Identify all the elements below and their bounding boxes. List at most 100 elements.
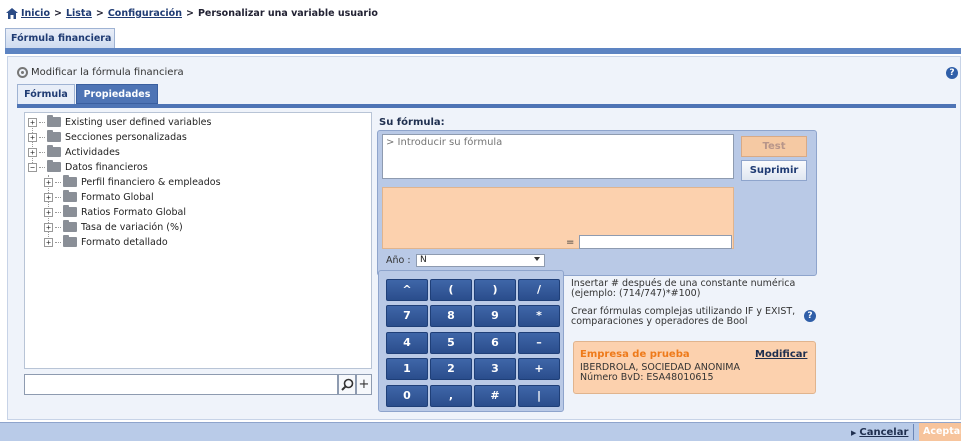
folder-icon — [63, 235, 77, 247]
tree-connector — [55, 211, 61, 213]
key-divide[interactable]: / — [518, 279, 560, 301]
search-button[interactable] — [338, 374, 356, 395]
key-close-paren[interactable]: ) — [474, 279, 516, 301]
sub-tab-bar — [17, 104, 956, 108]
breadcrumb-separator: > — [185, 7, 194, 19]
breadcrumb-current: Personalizar una variable usuario — [197, 7, 378, 19]
tree-item[interactable]: + Actividades — [28, 145, 120, 159]
cancel-label: Cancelar — [859, 427, 909, 438]
help-icon[interactable]: ? — [946, 67, 958, 79]
folder-icon — [47, 115, 61, 127]
key-multiply[interactable]: * — [518, 305, 560, 327]
tree-connector — [55, 241, 61, 243]
key-8[interactable]: 8 — [430, 305, 472, 327]
key-hash[interactable]: # — [474, 385, 516, 407]
result-field — [579, 235, 732, 249]
breadcrumb-config-link[interactable]: Configuración — [108, 8, 182, 19]
cancel-button[interactable]: ▶ Cancelar — [851, 427, 908, 438]
search-icon — [340, 378, 353, 391]
expand-icon[interactable]: + — [44, 192, 53, 202]
modify-company-link[interactable]: Modificar — [755, 349, 807, 360]
collapse-icon[interactable]: − — [28, 162, 37, 172]
tree-item-label: Existing user defined variables — [65, 116, 212, 128]
footer-bar — [0, 422, 961, 441]
accept-button[interactable]: Aceptar — [919, 423, 961, 441]
folder-icon — [47, 130, 61, 142]
key-comma[interactable]: , — [430, 385, 472, 407]
key-plus[interactable]: + — [518, 358, 560, 380]
tree-item-label: Secciones personalizadas — [65, 131, 187, 143]
help-icon[interactable]: ? — [804, 310, 816, 322]
key-9[interactable]: 9 — [474, 305, 516, 327]
breadcrumb-separator: > — [53, 7, 62, 19]
tab-properties[interactable]: Propiedades — [76, 84, 158, 104]
folder-icon — [63, 190, 77, 202]
tree-connector — [39, 151, 45, 153]
key-pipe[interactable]: | — [518, 385, 560, 407]
tree-connector — [39, 121, 45, 123]
key-7[interactable]: 7 — [386, 305, 428, 327]
year-label: Año : — [386, 255, 411, 266]
company-title: Empresa de prueba — [580, 349, 690, 360]
delete-button[interactable]: Suprimir — [741, 160, 807, 181]
formula-input[interactable] — [382, 134, 734, 179]
tree-item[interactable]: + Perfil financiero & empleados — [44, 175, 221, 189]
expand-icon[interactable]: + — [44, 222, 53, 232]
folder-icon — [63, 220, 77, 232]
gear-icon — [17, 67, 28, 78]
folder-icon — [63, 205, 77, 217]
expand-icon[interactable]: + — [44, 207, 53, 217]
tree-item-label: Ratios Formato Global — [81, 206, 186, 218]
formula-label: Su fórmula: — [379, 117, 445, 128]
tree-item[interactable]: + Tasa de variación (%) — [44, 220, 183, 234]
test-button[interactable]: Test — [741, 136, 807, 157]
equals-sign: = — [566, 237, 575, 248]
expand-icon[interactable]: + — [44, 237, 53, 247]
expand-icon[interactable]: + — [44, 177, 53, 187]
key-minus[interactable]: – — [518, 332, 560, 354]
key-open-paren[interactable]: ( — [430, 279, 472, 301]
key-4[interactable]: 4 — [386, 332, 428, 354]
folder-icon — [47, 145, 61, 157]
home-icon[interactable] — [6, 7, 18, 19]
key-5[interactable]: 5 — [430, 332, 472, 354]
key-0[interactable]: 0 — [386, 385, 428, 407]
tree-item[interactable]: + Existing user defined variables — [28, 115, 211, 129]
key-2[interactable]: 2 — [430, 358, 472, 380]
variable-tree: + Existing user defined variables + Secc… — [24, 112, 372, 369]
panel-title: Modificar la fórmula financiera — [31, 67, 184, 78]
tree-connector — [39, 136, 45, 138]
breadcrumb-home-link[interactable]: Inicio — [21, 8, 50, 19]
year-select[interactable]: N — [416, 254, 545, 267]
tab-formula-financiera[interactable]: Fórmula financiera — [5, 28, 115, 48]
tree-connector — [39, 166, 45, 168]
plus-icon[interactable]: + — [356, 374, 372, 395]
tree-item[interactable]: + Formato detallado — [44, 235, 168, 249]
arrow-right-icon: ▶ — [851, 429, 857, 437]
tree-item-label: Datos financieros — [65, 161, 148, 173]
tree-item[interactable]: + Formato Global — [44, 190, 154, 204]
key-6[interactable]: 6 — [474, 332, 516, 354]
tab-formula[interactable]: Fórmula — [17, 84, 75, 104]
page-tab-bar — [5, 48, 961, 54]
tree-item[interactable]: + Secciones personalizadas — [28, 130, 187, 144]
key-1[interactable]: 1 — [386, 358, 428, 380]
expand-icon[interactable]: + — [28, 132, 37, 142]
tree-item-label: Perfil financiero & empleados — [81, 176, 221, 188]
breadcrumb-list-link[interactable]: Lista — [66, 8, 92, 19]
breadcrumb: Inicio > Lista > Configuración > Persona… — [6, 6, 378, 20]
tree-item-label: Actividades — [65, 146, 120, 158]
key-3[interactable]: 3 — [474, 358, 516, 380]
hint-constant: Insertar # después de una constante numé… — [571, 278, 796, 299]
key-caret[interactable]: ^ — [386, 279, 428, 301]
chevron-down-icon — [534, 257, 540, 261]
tree-connector — [55, 226, 61, 228]
folder-icon — [63, 175, 77, 187]
tree-item[interactable]: + Ratios Formato Global — [44, 205, 186, 219]
tree-search-input[interactable] — [24, 374, 338, 395]
hint-complex-formulas: Crear fórmulas complejas utilizando IF y… — [571, 306, 796, 327]
tree-item-label: Tasa de variación (%) — [81, 221, 183, 233]
expand-icon[interactable]: + — [28, 117, 37, 127]
expand-icon[interactable]: + — [28, 147, 37, 157]
tree-item[interactable]: − Datos financieros — [28, 160, 148, 174]
